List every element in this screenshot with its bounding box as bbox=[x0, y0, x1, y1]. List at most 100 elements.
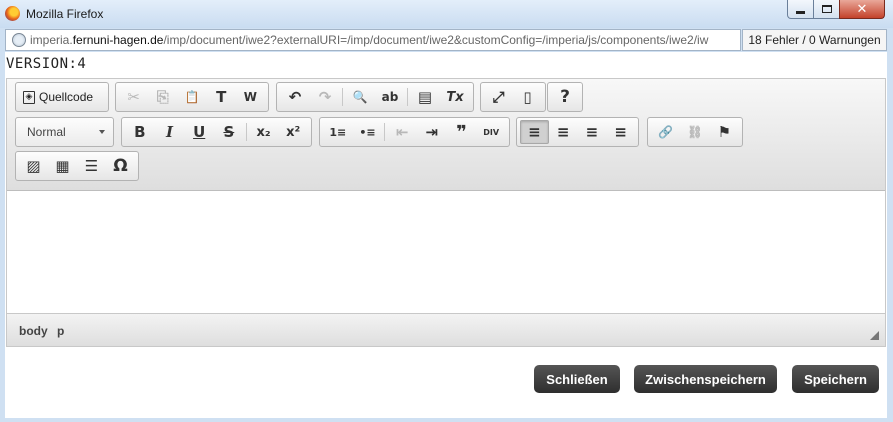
image-button[interactable]: ▨ bbox=[19, 154, 48, 178]
toolbar-separator bbox=[384, 123, 386, 141]
numbered-list-icon: 1≡ bbox=[329, 125, 347, 139]
paste-word-button[interactable]: W bbox=[236, 85, 265, 109]
bold-icon: B bbox=[134, 123, 146, 141]
toolbar-separator bbox=[342, 88, 343, 106]
underline-icon: U bbox=[193, 123, 206, 141]
window-title: Mozilla Firefox bbox=[26, 7, 104, 21]
minimize-button[interactable] bbox=[787, 0, 814, 19]
maximize-editor-icon: ⤢ bbox=[492, 88, 505, 106]
address-bar[interactable]: imperia.fernuni-hagen.de/imp/document/iw… bbox=[5, 29, 741, 51]
align-right-button[interactable]: ≡ bbox=[578, 120, 607, 144]
copy-button[interactable]: ⎘ bbox=[148, 85, 177, 109]
page-content: VERSION:4 ◈ Quellcode ✂ ⎘ 📋 T W ↶ ↷ 🔍 ab… bbox=[5, 52, 887, 418]
maximize-icon bbox=[821, 5, 832, 13]
close-window-button[interactable]: ✕ bbox=[839, 0, 885, 19]
outdent-icon: ⇤ bbox=[395, 123, 409, 141]
underline-button[interactable]: U bbox=[184, 120, 214, 144]
outdent-button[interactable]: ⇤ bbox=[387, 120, 417, 144]
chevron-down-icon bbox=[99, 130, 105, 134]
strikethrough-icon: S bbox=[223, 123, 235, 141]
toolbar-group-paragraph: 1≡ •≡ ⇤ ⇥ ❞ DIV bbox=[319, 117, 510, 147]
replace-button[interactable]: ab bbox=[375, 85, 405, 109]
bulleted-list-button[interactable]: •≡ bbox=[353, 120, 383, 144]
horizontal-rule-icon: ☰ bbox=[84, 157, 99, 175]
subscript-button[interactable]: x₂ bbox=[249, 120, 279, 144]
indent-icon: ⇥ bbox=[425, 123, 439, 141]
paste-button[interactable]: 📋 bbox=[177, 85, 206, 109]
blockquote-button[interactable]: ❞ bbox=[447, 120, 477, 144]
redo-icon: ↷ bbox=[318, 88, 332, 106]
show-blocks-icon: ▯ bbox=[523, 88, 532, 106]
error-status[interactable]: 18 Fehler / 0 Warnungen bbox=[742, 29, 887, 51]
find-button[interactable]: 🔍 bbox=[345, 85, 375, 109]
path-item-body[interactable]: body bbox=[19, 324, 48, 338]
omega-icon: Ω bbox=[113, 156, 128, 176]
save-button[interactable]: Speichern bbox=[792, 365, 879, 393]
align-left-icon: ≡ bbox=[528, 123, 541, 141]
url-text: imperia.fernuni-hagen.de/imp/document/iw… bbox=[30, 33, 708, 47]
find-icon: 🔍 bbox=[352, 90, 368, 104]
save-draft-button[interactable]: Zwischenspeichern bbox=[634, 365, 777, 393]
justify-icon: ≡ bbox=[614, 123, 627, 141]
div-button[interactable]: DIV bbox=[476, 120, 506, 144]
close-button[interactable]: Schließen bbox=[534, 365, 620, 393]
editor-content-area[interactable] bbox=[7, 191, 885, 312]
numbered-list-button[interactable]: 1≡ bbox=[323, 120, 353, 144]
path-item-p[interactable]: p bbox=[57, 324, 64, 338]
url-prefix: imperia. bbox=[30, 33, 73, 47]
select-all-button[interactable]: ▤ bbox=[410, 85, 440, 109]
justify-button[interactable]: ≡ bbox=[606, 120, 635, 144]
italic-icon: I bbox=[165, 123, 174, 141]
toolbar-group-links: 🔗 ⛓ ⚑ bbox=[647, 117, 743, 147]
undo-icon: ↶ bbox=[288, 88, 302, 106]
superscript-icon: x² bbox=[286, 124, 301, 140]
cut-button[interactable]: ✂ bbox=[119, 85, 148, 109]
toolbar-group-insert: ▨ ▦ ☰ Ω bbox=[15, 151, 139, 181]
source-button[interactable]: ◈ Quellcode bbox=[19, 90, 97, 104]
anchor-button[interactable]: ⚑ bbox=[710, 120, 739, 144]
remove-format-icon: Tx bbox=[446, 89, 464, 105]
url-path: /imp/document/iwe2?externalURI=/imp/docu… bbox=[163, 33, 709, 47]
horizontal-rule-button[interactable]: ☰ bbox=[77, 154, 106, 178]
align-center-button[interactable]: ≡ bbox=[549, 120, 578, 144]
strikethrough-button[interactable]: S bbox=[214, 120, 244, 144]
toolbar-group-editing: ↶ ↷ 🔍 ab ▤ Tx bbox=[276, 82, 474, 112]
paste-text-button[interactable]: T bbox=[207, 85, 236, 109]
link-button[interactable]: 🔗 bbox=[651, 120, 680, 144]
unlink-button[interactable]: ⛓ bbox=[680, 120, 709, 144]
help-icon: ? bbox=[560, 87, 570, 107]
div-icon: DIV bbox=[483, 127, 500, 137]
format-select-value: Normal bbox=[27, 125, 66, 139]
paste-icon: 📋 bbox=[184, 90, 200, 104]
blockquote-icon: ❞ bbox=[456, 121, 467, 143]
show-blocks-button[interactable]: ▯ bbox=[513, 85, 542, 109]
subscript-icon: x₂ bbox=[256, 124, 271, 140]
align-left-button[interactable]: ≡ bbox=[520, 120, 549, 144]
toolbar-separator bbox=[245, 123, 247, 141]
minimize-icon bbox=[796, 10, 805, 14]
format-select[interactable]: Normal bbox=[15, 117, 114, 147]
unlink-icon: ⛓ bbox=[687, 125, 703, 139]
align-right-icon: ≡ bbox=[585, 123, 599, 141]
indent-button[interactable]: ⇥ bbox=[417, 120, 447, 144]
image-icon: ▨ bbox=[26, 157, 41, 175]
paste-word-icon: W bbox=[243, 90, 258, 104]
maximize-editor-button[interactable]: ⤢ bbox=[484, 85, 513, 109]
remove-format-button[interactable]: Tx bbox=[440, 85, 470, 109]
resize-handle-icon[interactable] bbox=[870, 331, 879, 340]
bold-button[interactable]: B bbox=[125, 120, 155, 144]
superscript-button[interactable]: x² bbox=[278, 120, 308, 144]
source-icon: ◈ bbox=[23, 90, 35, 104]
select-all-icon: ▤ bbox=[417, 88, 433, 106]
italic-button[interactable]: I bbox=[155, 120, 185, 144]
editor-toolbar: ◈ Quellcode ✂ ⎘ 📋 T W ↶ ↷ 🔍 ab ▤ Tx ⤢ ▯ … bbox=[7, 79, 885, 191]
paste-text-icon: T bbox=[216, 88, 227, 106]
table-button[interactable]: ▦ bbox=[48, 154, 77, 178]
maximize-button[interactable] bbox=[813, 0, 840, 19]
help-button[interactable]: ? bbox=[551, 85, 579, 109]
special-char-button[interactable]: Ω bbox=[106, 154, 135, 178]
redo-button[interactable]: ↷ bbox=[310, 85, 340, 109]
globe-icon bbox=[12, 33, 26, 47]
toolbar-group-align: ≡ ≡ ≡ ≡ bbox=[516, 117, 639, 147]
undo-button[interactable]: ↶ bbox=[280, 85, 310, 109]
